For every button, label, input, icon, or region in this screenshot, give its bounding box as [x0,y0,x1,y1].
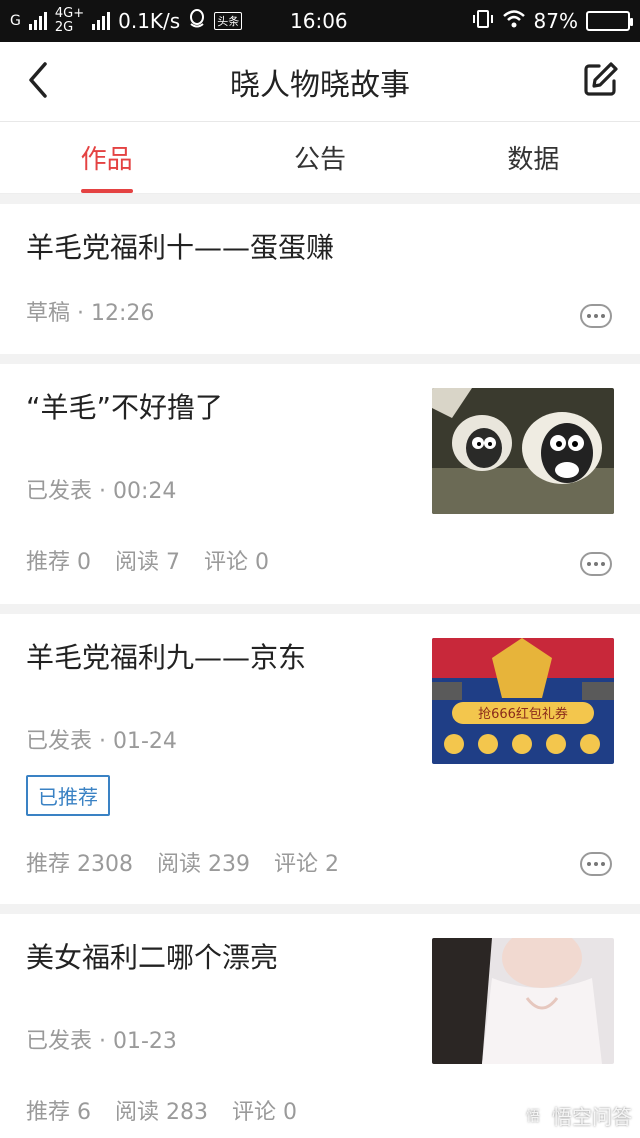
article-text: 美女福利二哪个漂亮 已发表 · 01-23 [26,938,278,1064]
status-bar: G 4G+ 2G 0.1K/s 头条 16:06 87% [0,0,640,42]
signal-icon-2 [92,12,111,30]
watermark-text: 悟空问答 [552,1105,632,1129]
article-card[interactable]: 羊毛党福利十——蛋蛋赚 草稿 · 12:26 [0,204,640,354]
article-body: “羊毛”不好撸了 已发表 · 00:24 [26,388,614,514]
dot [601,562,605,566]
article-thumbnail[interactable] [432,388,614,514]
thumbnail-caption: 抢666红包礼券 [478,706,568,722]
vibrate-icon [472,9,494,34]
tab-works[interactable]: 作品 [0,122,213,193]
more-button[interactable] [580,852,612,876]
stat-recommend: 推荐 2308 [26,852,133,878]
article-stats: 推荐 0 阅读 7 评论 0 [26,544,614,576]
dot [594,562,598,566]
tab-data[interactable]: 数据 [427,122,640,193]
article-meta: 草稿 · 12:26 [26,301,155,327]
dot [587,862,591,866]
dot [587,314,591,318]
speed-label: 0.1K/s [118,9,181,33]
watermark: 悟 悟空问答 [520,1101,632,1130]
article-stats: 推荐 2308 阅读 239 评论 2 [26,846,614,878]
stat-read: 阅读 239 [156,852,250,878]
tab-bar: 作品 公告 数据 [0,122,640,194]
dot [594,862,598,866]
article-title: 羊毛党福利九——京东 [26,641,307,674]
stat-comment: 评论 0 [204,550,269,575]
article-meta: 已发表 · 01-24 [26,729,177,755]
article-body: 羊毛党福利九——京东 已发表 · 01-24 已推荐 抢666红包礼券 [26,638,614,817]
article-meta: 已发表 · 00:24 [26,479,177,505]
article-body: 美女福利二哪个漂亮 已发表 · 01-23 [26,938,614,1064]
tab-announcements[interactable]: 公告 [213,122,426,193]
article-thumbnail[interactable]: 抢666红包礼券 [432,638,614,764]
stat-comment: 评论 0 [232,1100,297,1125]
qq-icon [188,8,206,34]
article-card[interactable]: 羊毛党福利九——京东 已发表 · 01-24 已推荐 抢666红包礼券 推荐 2… [0,614,640,904]
recommended-badge: 已推荐 [26,775,110,817]
network-label: G [10,13,21,29]
battery-icon [586,11,633,31]
stat-recommend: 推荐 6 [26,1100,91,1125]
article-text: 羊毛党福利九——京东 已发表 · 01-24 已推荐 [26,638,307,817]
stat-recommend: 推荐 0 [26,550,91,575]
article-thumbnail[interactable] [432,938,614,1064]
more-button[interactable] [580,552,612,576]
article-title: “羊毛”不好撸了 [26,391,224,424]
article-meta: 已发表 · 01-23 [26,1029,177,1055]
network-top-label: 4G+ [54,6,85,21]
stat-read: 阅读 283 [115,1100,208,1125]
page-title: 晓人物晓故事 [230,67,410,103]
toutiao-badge: 头条 [214,12,243,30]
more-button[interactable] [580,304,612,328]
dot [601,862,605,866]
status-right: 87% [472,9,633,34]
edit-button[interactable] [578,60,622,104]
back-button[interactable] [18,60,58,104]
wukong-logo-icon: 悟 [520,1102,546,1129]
article-title: 美女福利二哪个漂亮 [26,941,279,974]
dot [594,314,598,318]
clock: 16:06 [290,9,348,33]
stat-comment: 评论 2 [273,852,339,878]
dot [587,562,591,566]
network-bottom-label: 2G [54,20,74,35]
network-stack: 4G+ 2G [55,7,84,35]
article-title: 羊毛党福利十——蛋蛋赚 [26,231,335,264]
article-text: “羊毛”不好撸了 已发表 · 00:24 [26,388,223,514]
signal-icon [28,12,47,30]
article-feed: 羊毛党福利十——蛋蛋赚 草稿 · 12:26 “羊毛”不好撸了 已发表 · 00… [0,204,640,1138]
chevron-left-icon [27,62,49,102]
wifi-icon [502,9,526,34]
stat-read: 阅读 7 [115,550,180,575]
article-card[interactable]: “羊毛”不好撸了 已发表 · 00:24 推荐 0 阅读 7 评论 0 [0,364,640,604]
status-left: G 4G+ 2G 0.1K/s 头条 [10,7,243,35]
battery-percent: 87% [533,9,578,33]
edit-icon [581,61,619,103]
app-header: 晓人物晓故事 [0,42,640,122]
dot [601,314,605,318]
